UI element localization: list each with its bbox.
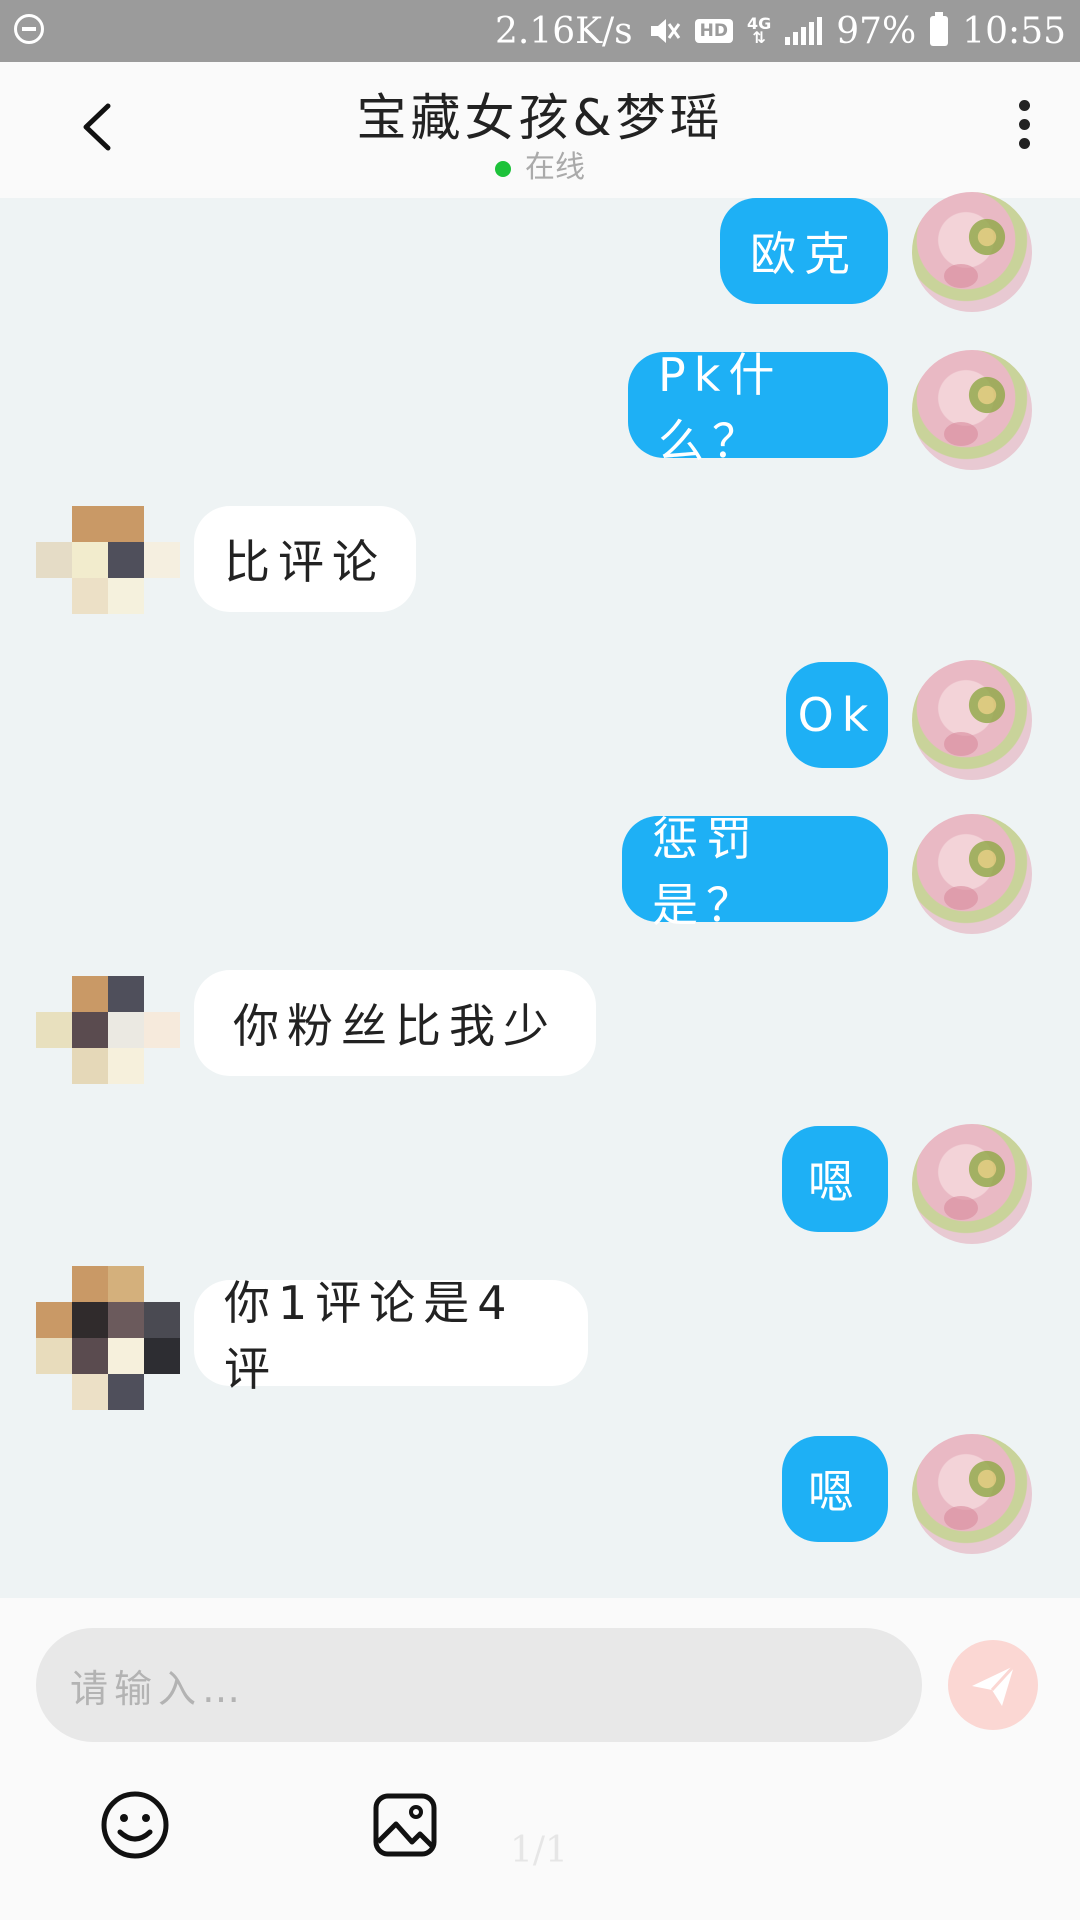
message-bubble-received[interactable]: 比评论 (194, 506, 416, 612)
status-bar: 2.16K/s HD 4G ⇅ 97% 10:55 (0, 0, 1080, 62)
my-avatar[interactable] (912, 192, 1032, 312)
send-icon (972, 1664, 1016, 1706)
message-bubble-sent[interactable]: 惩罚是？ (622, 812, 888, 932)
network-type: 4G ⇅ (746, 14, 772, 47)
composer: 请输入… 1/1 (0, 1598, 1080, 1920)
emoji-icon (101, 1791, 169, 1859)
more-vertical-icon (1004, 98, 1044, 149)
clock: 10:55 (962, 10, 1066, 52)
online-status: 在线 (0, 142, 1080, 186)
message-bubble-sent[interactable]: 嗯 (782, 1126, 888, 1232)
contact-avatar[interactable] (36, 1266, 182, 1412)
contact-avatar[interactable] (36, 976, 182, 1122)
message-bubble-sent[interactable]: 欧克 (720, 198, 888, 304)
message-input[interactable]: 请输入… (36, 1628, 922, 1742)
network-speed: 2.16K/s (494, 10, 633, 52)
online-dot-icon (495, 160, 511, 177)
my-avatar[interactable] (912, 1434, 1032, 1554)
message-list[interactable]: 欧克 Pk什么？ 比评论 Ok 惩罚是？ 你粉丝比我少 嗯 你1评论是4评 嗯 (0, 192, 1080, 1598)
my-avatar[interactable] (912, 350, 1032, 470)
message-input-placeholder: 请输入… (70, 1666, 247, 1711)
online-status-label: 在线 (525, 150, 585, 185)
status-bar-right: 2.16K/s HD 4G ⇅ 97% 10:55 (495, 6, 1066, 56)
signal-icon (785, 17, 823, 45)
emoji-button[interactable] (100, 1790, 170, 1860)
more-options-button[interactable] (1004, 98, 1044, 158)
message-bubble-received[interactable]: 你粉丝比我少 (194, 970, 596, 1076)
battery-percent: 97% (836, 10, 917, 52)
message-bubble-sent[interactable]: Pk什么？ (628, 348, 888, 468)
message-bubble-received[interactable]: 你1评论是4评 (194, 1276, 588, 1396)
do-not-disturb-icon (14, 14, 44, 44)
mute-icon (650, 19, 680, 43)
image-icon (373, 1793, 437, 1857)
page-indicator: 1/1 (510, 1830, 568, 1871)
send-button[interactable] (948, 1640, 1038, 1730)
contact-avatar[interactable] (36, 506, 182, 652)
message-bubble-sent[interactable]: 嗯 (782, 1436, 888, 1542)
battery-icon (930, 12, 949, 46)
chat-header: 宝藏女孩&梦瑶 在线 (0, 62, 1080, 198)
my-avatar[interactable] (912, 1124, 1032, 1244)
my-avatar[interactable] (912, 814, 1032, 934)
chat-title: 宝藏女孩&梦瑶 (356, 89, 724, 147)
image-button[interactable] (372, 1792, 438, 1858)
hd-badge: HD (694, 19, 733, 43)
my-avatar[interactable] (912, 660, 1032, 780)
message-bubble-sent[interactable]: Ok (786, 662, 888, 768)
